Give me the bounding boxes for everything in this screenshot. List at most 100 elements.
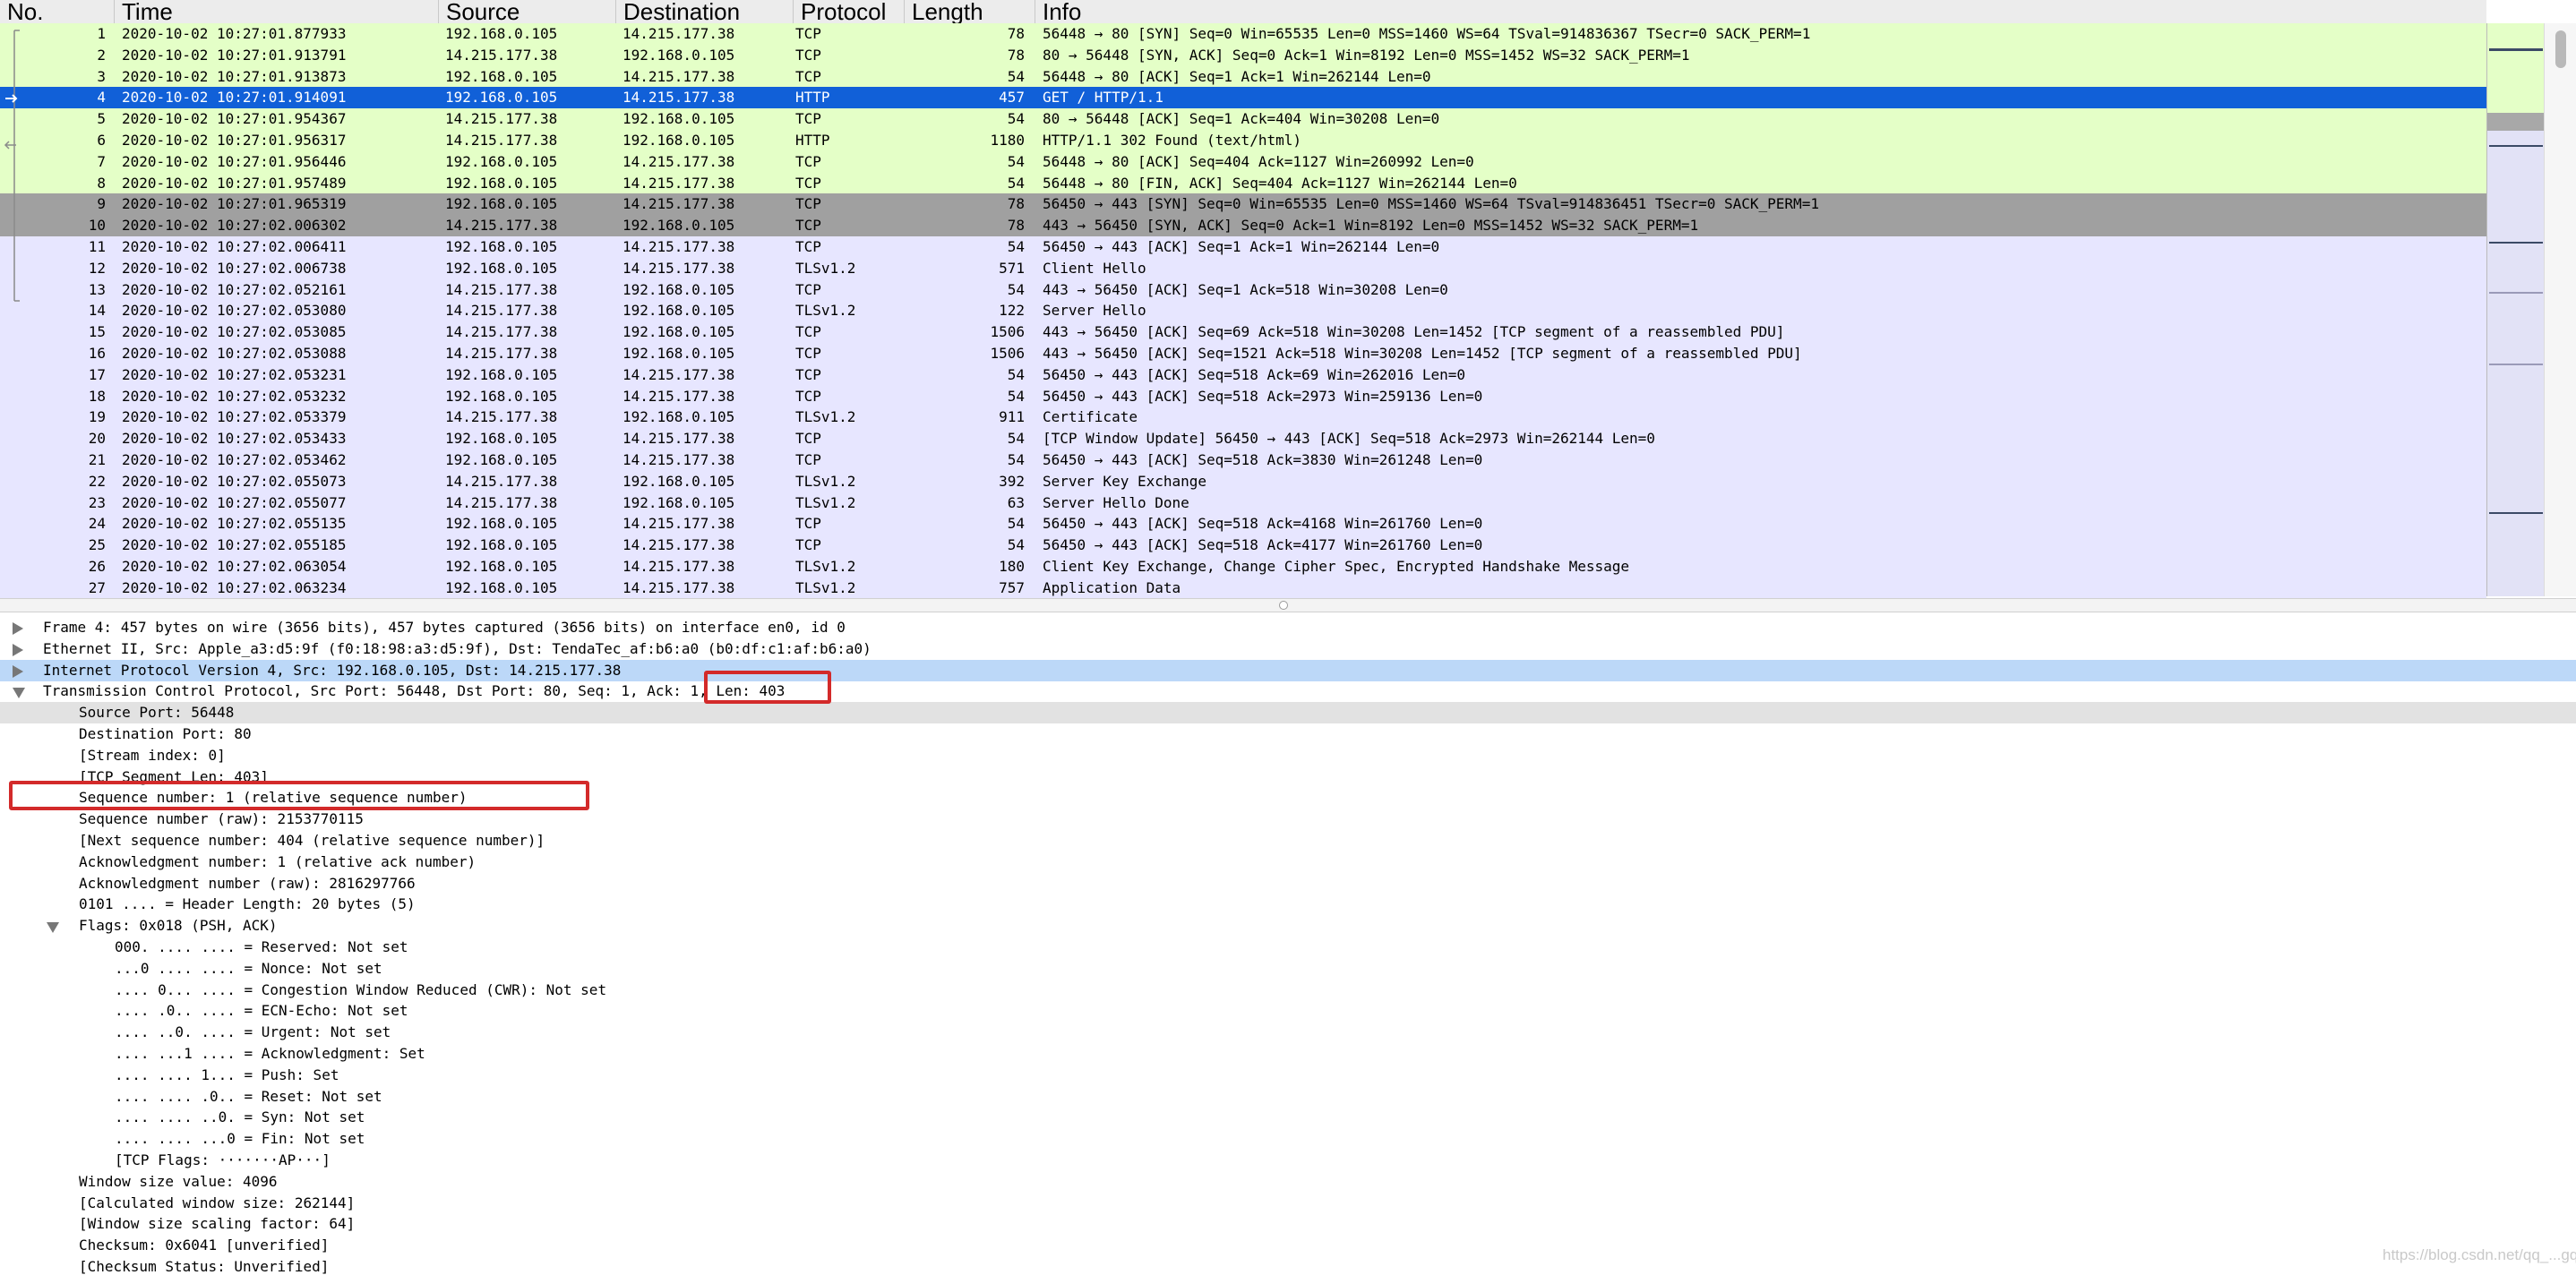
- packet-length: 78: [1007, 217, 1025, 235]
- packet-row[interactable]: 26 2020-10-02 10:27:02.063054 192.168.0.10…: [0, 555, 2486, 578]
- packet-row[interactable]: 25 2020-10-02 10:27:02.055185 192.168.0.10…: [0, 535, 2486, 556]
- packet-row[interactable]: 10 2020-10-02 10:27:02.006302 14.215.177.3…: [0, 215, 2486, 236]
- detail-tree-row[interactable]: .... .... .0.. = Reset: Not set: [0, 1086, 2576, 1108]
- packet-row[interactable]: 13 2020-10-02 10:27:02.052161 14.215.177.3…: [0, 278, 2486, 301]
- packet-destination: 14.215.177.38: [623, 67, 735, 85]
- detail-tree-row[interactable]: [Window size scaling factor: 64]: [0, 1213, 2576, 1235]
- detail-tree-row[interactable]: .... .... ..0. = Syn: Not set: [0, 1107, 2576, 1128]
- expand-triangle-down-icon[interactable]: [47, 922, 59, 934]
- detail-tree-row[interactable]: .... .... 1... = Push: Set: [0, 1065, 2576, 1086]
- packet-protocol: HTTP: [795, 89, 830, 107]
- packet-row[interactable]: 1 2020-10-02 10:27:01.877933 192.168.0.105…: [0, 23, 2486, 45]
- packet-row[interactable]: 8 2020-10-02 10:27:01.957489 192.168.0.105…: [0, 172, 2486, 194]
- expand-triangle-right-icon[interactable]: [13, 664, 23, 678]
- detail-tree-row[interactable]: Window size value: 4096: [0, 1171, 2576, 1193]
- packet-row[interactable]: 24 2020-10-02 10:27:02.055135 192.168.0.10…: [0, 513, 2486, 535]
- detail-tree-row[interactable]: [Next sequence number: 404 (relative seq…: [0, 830, 2576, 851]
- detail-tree-text: .... .... ...0 = Fin: Not set: [115, 1130, 365, 1148]
- expand-triangle-right-icon[interactable]: [13, 622, 23, 635]
- packet-time: 2020-10-02 10:27:02.053080: [122, 302, 347, 320]
- packet-minimap[interactable]: [2486, 23, 2545, 596]
- detail-tree-row[interactable]: 0101 .... = Header Length: 20 bytes (5): [0, 894, 2576, 915]
- detail-tree-row[interactable]: [Checksum Status: Unverified]: [0, 1256, 2576, 1275]
- detail-tree-row[interactable]: Internet Protocol Version 4, Src: 192.16…: [0, 659, 2576, 681]
- packet-time: 2020-10-02 10:27:01.957489: [122, 174, 347, 192]
- detail-tree-row[interactable]: Acknowledgment number (raw): 2816297766: [0, 873, 2576, 894]
- column-header-no[interactable]: No.: [0, 0, 115, 23]
- packet-row[interactable]: 19 2020-10-02 10:27:02.053379 14.215.177.3…: [0, 406, 2486, 429]
- packet-time: 2020-10-02 10:27:01.954367: [122, 110, 347, 128]
- packet-row[interactable]: 16 2020-10-02 10:27:02.053088 14.215.177.3…: [0, 342, 2486, 364]
- detail-tree-row[interactable]: Flags: 0x018 (PSH, ACK): [0, 915, 2576, 937]
- packet-info: 443 → 56450 [ACK] Seq=1521 Ack=518 Win=3…: [1043, 344, 1802, 362]
- packet-row[interactable]: 11 2020-10-02 10:27:02.006411 192.168.0.10…: [0, 235, 2486, 258]
- column-header-destination[interactable]: Destination: [616, 0, 794, 23]
- packet-row[interactable]: 5 2020-10-02 10:27:01.954367 14.215.177.38…: [0, 108, 2486, 130]
- detail-tree-row[interactable]: .... .... ...0 = Fin: Not set: [0, 1128, 2576, 1150]
- packet-source: 192.168.0.105: [445, 536, 558, 554]
- detail-tree-row[interactable]: Checksum: 0x6041 [unverified]: [0, 1235, 2576, 1256]
- detail-tree-row[interactable]: Frame 4: 457 bytes on wire (3656 bits), …: [0, 617, 2576, 638]
- column-header-protocol[interactable]: Protocol: [794, 0, 905, 23]
- packet-list-pane[interactable]: No. Time Source Destination Protocol Len…: [0, 0, 2576, 598]
- scrollbar-thumb[interactable]: [2555, 30, 2566, 68]
- packet-details-pane[interactable]: Frame 4: 457 bytes on wire (3656 bits), …: [0, 612, 2576, 1275]
- conversation-bracket: [13, 30, 20, 302]
- packet-row[interactable]: 22 2020-10-02 10:27:02.055073 14.215.177.3…: [0, 470, 2486, 492]
- packet-protocol: TCP: [795, 152, 821, 170]
- packet-row[interactable]: 3 2020-10-02 10:27:01.913873 192.168.0.105…: [0, 65, 2486, 88]
- detail-tree-row[interactable]: [TCP Flags: ·······AP···]: [0, 1150, 2576, 1171]
- packet-row-selected[interactable]: 4 2020-10-02 10:27:01.914091 192.168.0.105…: [0, 87, 2486, 109]
- detail-tree-row[interactable]: Acknowledgment number: 1 (relative ack n…: [0, 851, 2576, 873]
- packet-row[interactable]: 12 2020-10-02 10:27:02.006738 192.168.0.10…: [0, 257, 2486, 279]
- packet-time: 2020-10-02 10:27:02.053231: [122, 365, 347, 383]
- detail-tree-text: [TCP Flags: ·······AP···]: [115, 1151, 331, 1168]
- column-header-length[interactable]: Length: [905, 0, 1035, 23]
- packet-row[interactable]: 17 2020-10-02 10:27:02.053231 192.168.0.10…: [0, 364, 2486, 386]
- packet-protocol: TCP: [795, 237, 821, 255]
- detail-tree-row[interactable]: [Stream index: 0]: [0, 745, 2576, 766]
- detail-tree-row[interactable]: ...0 .... .... = Nonce: Not set: [0, 958, 2576, 980]
- detail-tree-row[interactable]: .... ...1 .... = Acknowledgment: Set: [0, 1043, 2576, 1065]
- expand-triangle-down-icon[interactable]: [13, 688, 25, 699]
- column-header-info[interactable]: Info: [1035, 0, 2486, 23]
- detail-tree-row[interactable]: Ethernet II, Src: Apple_a3:d5:9f (f0:18:…: [0, 638, 2576, 660]
- packet-row[interactable]: 18 2020-10-02 10:27:02.053232 192.168.0.10…: [0, 385, 2486, 407]
- packet-list-scrollbar[interactable]: [2544, 23, 2576, 596]
- packet-row[interactable]: 21 2020-10-02 10:27:02.053462 192.168.0.10…: [0, 449, 2486, 471]
- packet-row[interactable]: 14 2020-10-02 10:27:02.053080 14.215.177.3…: [0, 300, 2486, 322]
- packet-source: 14.215.177.38: [445, 217, 558, 235]
- detail-tree-text: Transmission Control Protocol, Src Port:…: [43, 682, 786, 700]
- packet-row[interactable]: 2 2020-10-02 10:27:01.913791 14.215.177.38…: [0, 44, 2486, 66]
- packet-row[interactable]: 27 2020-10-02 10:27:02.063234 192.168.0.10…: [0, 577, 2486, 598]
- detail-tree-row[interactable]: .... 0... .... = Congestion Window Reduc…: [0, 980, 2576, 1001]
- packet-row[interactable]: 9 2020-10-02 10:27:01.965319 192.168.0.105…: [0, 193, 2486, 216]
- detail-tree-row[interactable]: Source Port: 56448: [0, 702, 2576, 724]
- column-header-time[interactable]: Time: [115, 0, 439, 23]
- packet-row[interactable]: 23 2020-10-02 10:27:02.055077 14.215.177.3…: [0, 492, 2486, 514]
- packet-destination: 14.215.177.38: [623, 174, 735, 192]
- detail-tree-row[interactable]: Transmission Control Protocol, Src Port:…: [0, 680, 2576, 702]
- detail-tree-row[interactable]: 000. .... .... = Reserved: Not set: [0, 937, 2576, 958]
- detail-tree-row[interactable]: .... .0.. .... = ECN-Echo: Not set: [0, 1000, 2576, 1022]
- detail-tree-row[interactable]: [Calculated window size: 262144]: [0, 1193, 2576, 1214]
- expand-triangle-right-icon[interactable]: [13, 643, 23, 656]
- packet-list-header: No. Time Source Destination Protocol Len…: [0, 0, 2486, 24]
- packet-row[interactable]: 20 2020-10-02 10:27:02.053433 192.168.0.10…: [0, 428, 2486, 449]
- packet-info: Application Data: [1043, 578, 1181, 596]
- packet-source: 14.215.177.38: [445, 408, 558, 426]
- splitter-handle-icon[interactable]: [1279, 601, 1288, 610]
- packet-time: 2020-10-02 10:27:01.913791: [122, 46, 347, 64]
- pane-splitter[interactable]: [0, 598, 2576, 612]
- minimap-marker: [2489, 292, 2543, 294]
- packet-row[interactable]: 6 2020-10-02 10:27:01.956317 14.215.177.38…: [0, 129, 2486, 151]
- packet-destination: 14.215.177.38: [623, 259, 735, 277]
- packet-source: 14.215.177.38: [445, 344, 558, 362]
- detail-tree-row[interactable]: Sequence number (raw): 2153770115: [0, 809, 2576, 830]
- packet-row[interactable]: 7 2020-10-02 10:27:01.956446 192.168.0.105…: [0, 150, 2486, 173]
- packet-row[interactable]: 15 2020-10-02 10:27:02.053085 14.215.177.3…: [0, 321, 2486, 343]
- detail-tree-row[interactable]: Destination Port: 80: [0, 723, 2576, 745]
- column-header-source[interactable]: Source: [439, 0, 616, 23]
- packet-time: 2020-10-02 10:27:02.053232: [122, 387, 347, 405]
- detail-tree-row[interactable]: .... ..0. .... = Urgent: Not set: [0, 1022, 2576, 1043]
